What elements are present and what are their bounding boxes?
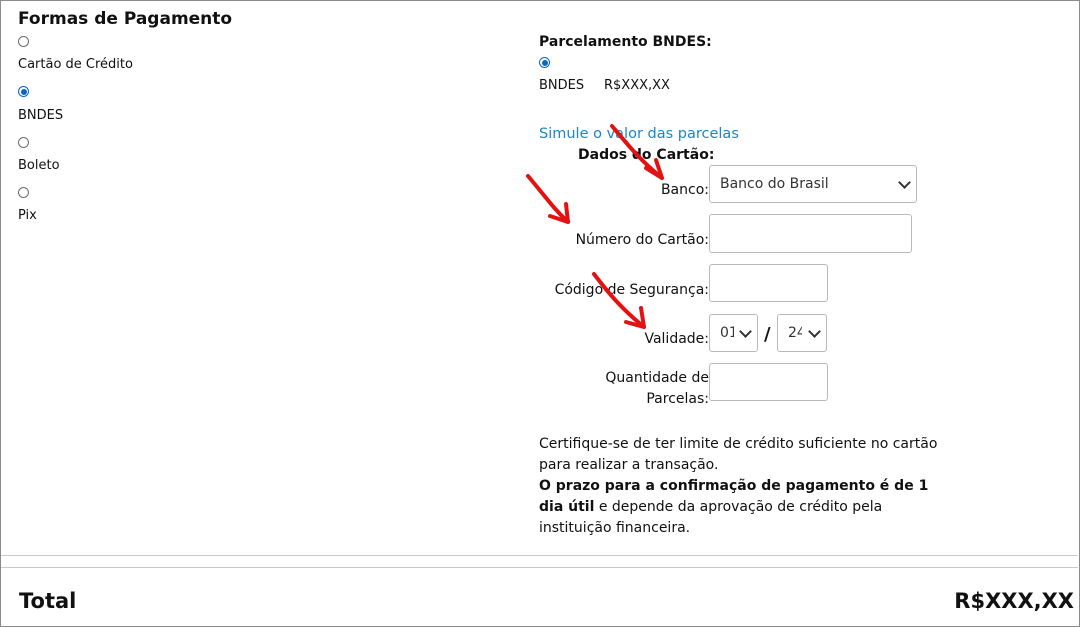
- annotation-arrows: [526, 124, 664, 329]
- arrow-bank-icon: [610, 124, 664, 180]
- arrow-card-number-icon: [526, 174, 570, 224]
- arrow-validity-icon: [592, 272, 646, 329]
